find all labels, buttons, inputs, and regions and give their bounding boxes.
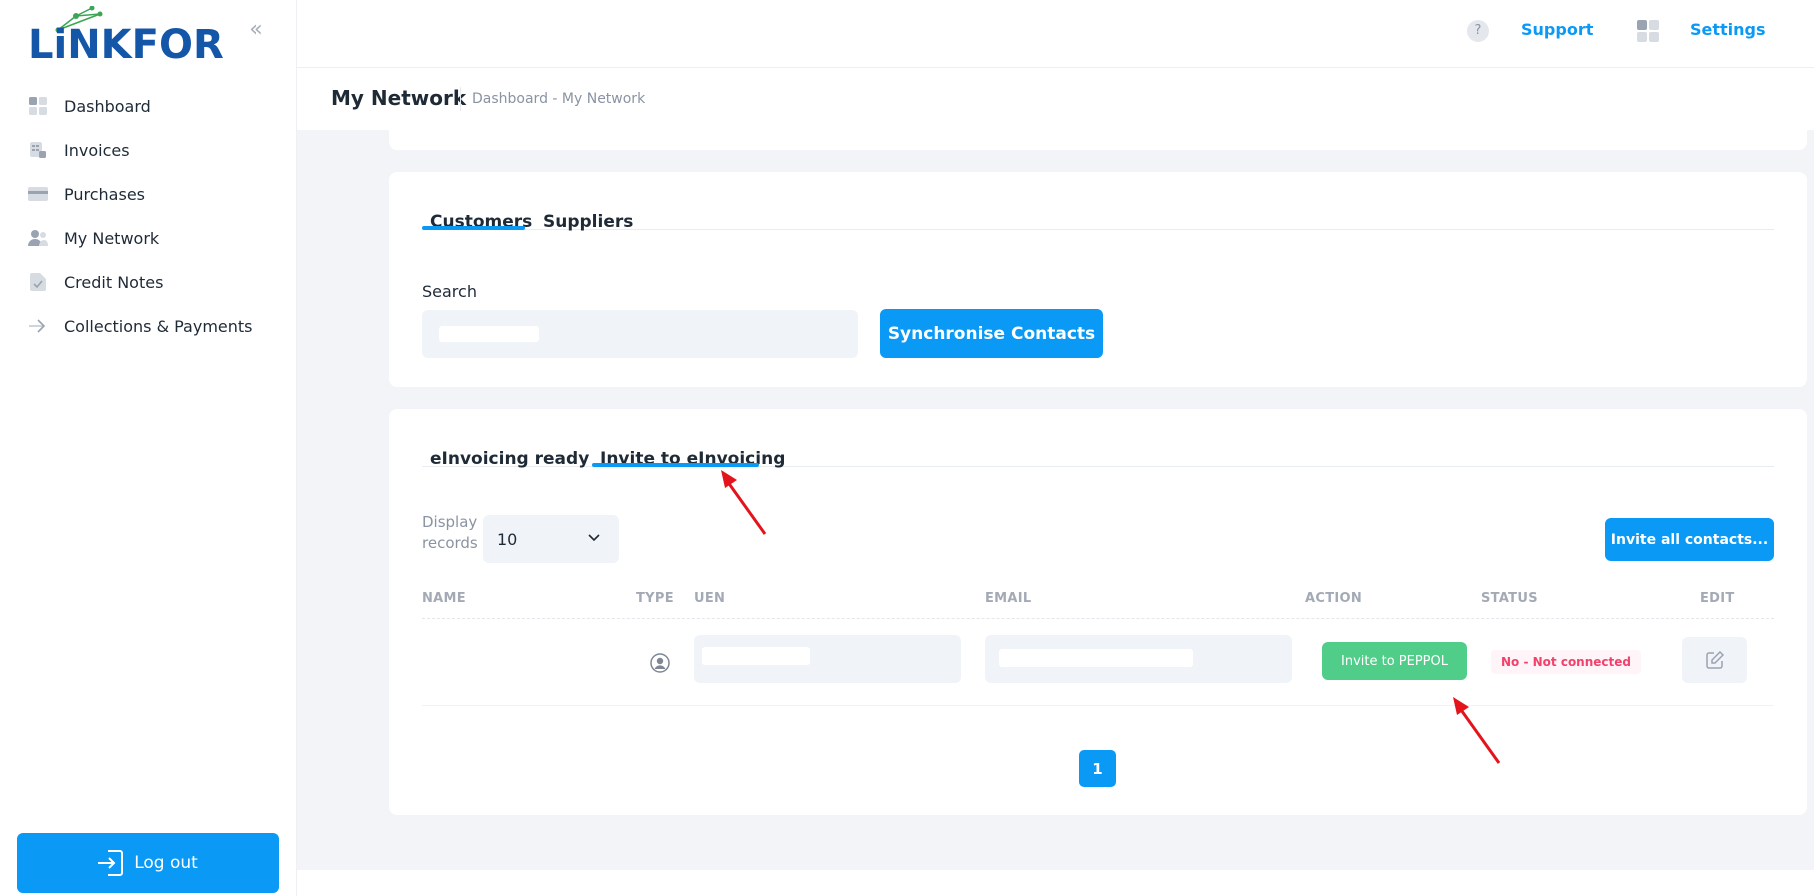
- page-title: My Network: [331, 86, 467, 110]
- logout-label: Log out: [134, 853, 198, 873]
- page-header: My Network Dashboard - My Network: [297, 68, 1814, 130]
- records-value: 10: [497, 529, 518, 549]
- user-circle-icon: [650, 653, 670, 677]
- column-email[interactable]: EMAIL: [985, 591, 1032, 606]
- active-tab-indicator: [422, 226, 525, 230]
- column-uen[interactable]: UEN: [694, 591, 725, 606]
- email-field[interactable]: [985, 635, 1292, 683]
- tab-suppliers[interactable]: Suppliers: [543, 212, 633, 232]
- column-type[interactable]: TYPE: [636, 591, 674, 606]
- display-label-line: records: [422, 534, 478, 552]
- pagination-page-1[interactable]: 1: [1079, 750, 1116, 787]
- contacts-card: Customers Suppliers Search Synchronise C…: [389, 172, 1807, 387]
- column-name[interactable]: NAME: [422, 591, 466, 606]
- synchronise-contacts-button[interactable]: Synchronise Contacts: [880, 309, 1103, 358]
- previous-card-bottom: [389, 130, 1807, 150]
- redacted-uen: [702, 647, 810, 665]
- search-label: Search: [422, 282, 477, 301]
- contacts-tabs: Customers Suppliers: [422, 172, 1774, 232]
- invite-to-peppol-button[interactable]: Invite to PEPPOL: [1322, 642, 1467, 680]
- sidebar-item-my-network[interactable]: My Network: [0, 216, 297, 260]
- sidebar-item-collections-payments[interactable]: Collections & Payments: [0, 304, 297, 348]
- dashboard-icon: [28, 96, 48, 116]
- invoice-icon: [28, 140, 48, 160]
- tab-einvoicing-ready[interactable]: eInvoicing ready: [430, 449, 589, 469]
- sidebar: LiNKFOR « Dashboard Invoices Purchases M…: [0, 0, 297, 896]
- settings-grid-icon[interactable]: [1637, 20, 1659, 42]
- logout-icon: [98, 850, 124, 876]
- sidebar-item-label: Dashboard: [64, 96, 151, 116]
- sidebar-nav: Dashboard Invoices Purchases My Network …: [0, 84, 297, 348]
- einvoicing-card: eInvoicing ready Invite to eInvoicing Di…: [389, 409, 1807, 815]
- breadcrumb: Dashboard - My Network: [472, 91, 646, 107]
- display-records-label: Display records: [422, 512, 478, 554]
- display-label-line: Display: [422, 513, 478, 531]
- document-icon: [28, 272, 48, 292]
- logo-text: LiNKFOR: [28, 22, 224, 68]
- support-link[interactable]: Support: [1521, 20, 1593, 39]
- logout-button[interactable]: Log out: [17, 833, 279, 893]
- edit-icon: [1705, 651, 1724, 669]
- sidebar-item-invoices[interactable]: Invoices: [0, 128, 297, 172]
- table-header: NAME TYPE UEN EMAIL ACTION STATUS EDIT: [422, 577, 1774, 619]
- active-tab-indicator: [592, 463, 759, 467]
- arrow-right-icon: [28, 316, 48, 336]
- linkfor-logo[interactable]: LiNKFOR: [28, 6, 224, 68]
- title-divider: [460, 87, 461, 111]
- card-icon: [28, 184, 48, 204]
- sidebar-item-credit-notes[interactable]: Credit Notes: [0, 260, 297, 304]
- sidebar-item-label: Credit Notes: [64, 272, 164, 292]
- einvoicing-tabs: eInvoicing ready Invite to eInvoicing: [422, 409, 1774, 469]
- settings-link[interactable]: Settings: [1690, 20, 1766, 39]
- sidebar-item-label: Collections & Payments: [64, 316, 253, 336]
- sidebar-item-label: Purchases: [64, 184, 145, 204]
- footer-area: [297, 870, 1814, 896]
- invite-all-contacts-button[interactable]: Invite all contacts...: [1605, 518, 1774, 561]
- collapse-sidebar-button[interactable]: «: [244, 18, 268, 42]
- chevron-down-icon: [588, 534, 600, 542]
- records-per-page-select[interactable]: 10: [483, 515, 619, 563]
- redacted-email: [999, 649, 1193, 667]
- uen-field[interactable]: [694, 635, 961, 683]
- status-badge: No - Not connected: [1491, 650, 1641, 674]
- sidebar-item-label: My Network: [64, 228, 160, 248]
- column-status[interactable]: STATUS: [1481, 591, 1538, 606]
- help-icon[interactable]: ?: [1467, 20, 1489, 42]
- top-bar: ? Support Settings: [297, 0, 1814, 68]
- column-edit: EDIT: [1700, 591, 1735, 606]
- column-action: ACTION: [1305, 591, 1363, 606]
- table-row: Invite to PEPPOL No - Not connected: [422, 619, 1774, 701]
- redacted-search-text: [439, 326, 539, 342]
- network-icon: [28, 228, 48, 248]
- row-divider: [422, 705, 1774, 706]
- sidebar-item-dashboard[interactable]: Dashboard: [0, 84, 297, 128]
- sidebar-item-label: Invoices: [64, 140, 130, 160]
- sidebar-item-purchases[interactable]: Purchases: [0, 172, 297, 216]
- edit-button[interactable]: [1682, 637, 1747, 683]
- chevrons-left-icon: «: [249, 17, 263, 42]
